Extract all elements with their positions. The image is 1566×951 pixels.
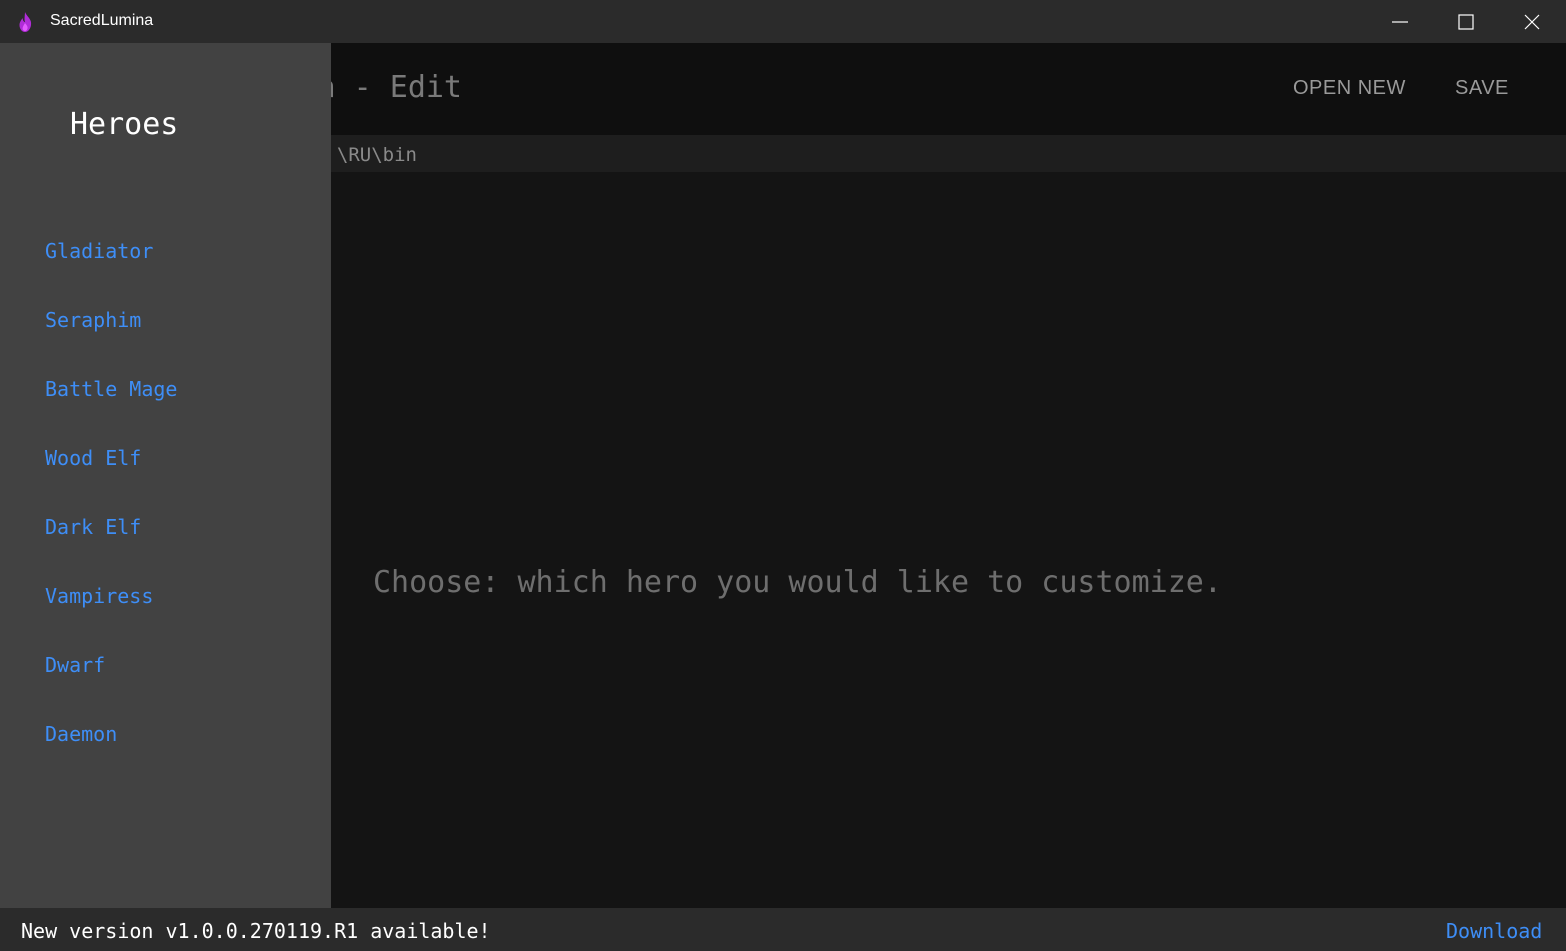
hero-item-dwarf[interactable]: Dwarf (45, 653, 105, 677)
hero-item-wood-elf[interactable]: Wood Elf (45, 446, 141, 470)
hero-item-gladiator[interactable]: Gladiator (45, 239, 153, 263)
window-title: SacredLumina (50, 12, 154, 29)
hero-item-daemon[interactable]: Daemon (45, 722, 117, 746)
title-bar: SacredLumina (0, 0, 1566, 43)
hero-item-vampiress[interactable]: Vampiress (45, 584, 153, 608)
open-new-button[interactable]: OPEN NEW (1293, 77, 1406, 100)
maximize-button[interactable] (1433, 0, 1499, 43)
close-icon (1524, 14, 1540, 29)
hero-item-seraphim[interactable]: Seraphim (45, 308, 141, 332)
download-link[interactable]: Download (1446, 919, 1542, 943)
hero-item-battle-mage[interactable]: Battle Mage (45, 377, 177, 401)
minimize-icon (1392, 20, 1408, 23)
empty-state-message: Choose: which hero you would like to cus… (373, 565, 1222, 600)
update-message: New version v1.0.0.270119.R1 available! (21, 919, 491, 943)
save-button[interactable]: SAVE (1455, 77, 1509, 100)
update-bar: New version v1.0.0.270119.R1 available! … (0, 908, 1566, 951)
maximize-icon (1458, 13, 1474, 30)
flame-icon (19, 12, 32, 32)
close-button[interactable] (1499, 0, 1565, 43)
drawer-title: Heroes (70, 107, 179, 142)
heroes-drawer: Heroes Gladiator Seraphim Battle Mage Wo… (0, 43, 331, 908)
hero-item-dark-elf[interactable]: Dark Elf (45, 515, 141, 539)
minimize-button[interactable] (1367, 0, 1433, 43)
